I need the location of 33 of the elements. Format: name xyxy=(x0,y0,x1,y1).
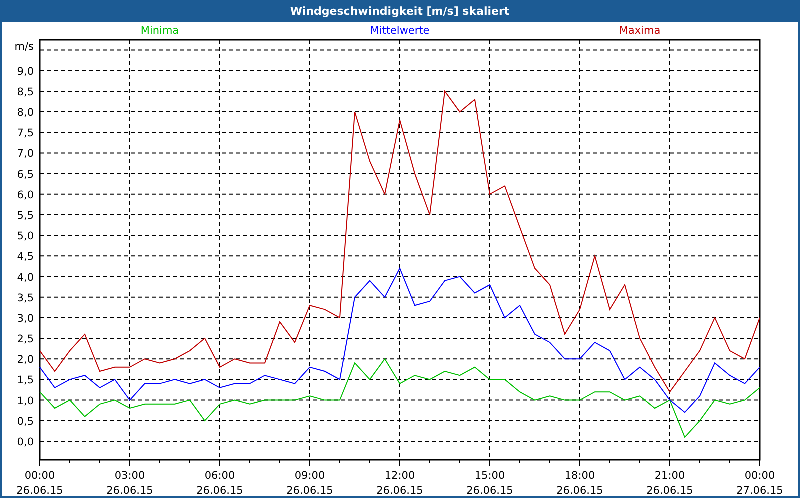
y-tick-label: 2,5 xyxy=(17,334,34,346)
x-tick-label: 00:00 26.06.15 xyxy=(16,470,64,497)
window-title: Windgeschwindigkeit [m/s] skaliert xyxy=(290,4,510,18)
y-tick-label: 0,0 xyxy=(17,436,34,448)
y-tick-label: 4,0 xyxy=(17,272,34,284)
legend-label: Maxima xyxy=(619,25,661,37)
x-tick-label: 00:00 27.06.15 xyxy=(736,470,784,497)
x-tick-label: 09:00 26.06.15 xyxy=(286,470,334,497)
y-tick-label: 1,5 xyxy=(17,374,34,387)
x-tick-label: 12:00 26.06.15 xyxy=(376,470,424,497)
y-tick-label: 7,5 xyxy=(17,128,34,140)
x-tick-label: 06:00 26.06.15 xyxy=(196,470,244,497)
x-tick-label: 18:00 26.06.15 xyxy=(556,470,604,497)
y-tick-label: 8,0 xyxy=(17,107,34,120)
x-tick-label: 21:00 26.06.15 xyxy=(646,470,694,497)
x-tick-label: 03:00 26.06.15 xyxy=(106,470,154,497)
legend-label: Minima xyxy=(140,25,180,37)
y-tick-label: 0,5 xyxy=(17,416,34,428)
y-tick-label: 5,5 xyxy=(17,210,34,222)
y-tick-label: 1,0 xyxy=(17,395,34,408)
y-tick-label: 3,5 xyxy=(17,292,34,304)
y-tick-label: 7,0 xyxy=(17,148,34,160)
legend-label: Mittelwerte xyxy=(370,25,430,37)
y-tick-label: 3,0 xyxy=(17,312,34,325)
y-tick-label: 6,0 xyxy=(17,189,34,202)
y-tick-label: 8,5 xyxy=(17,86,34,98)
y-tick-label: 2,0 xyxy=(17,354,34,366)
y-tick-label: 4,5 xyxy=(17,251,34,264)
y-axis-label: m/s xyxy=(14,41,34,53)
y-tick-label: 9,0 xyxy=(17,66,34,78)
y-tick-label: 6,5 xyxy=(17,168,34,181)
y-tick-label: 5,0 xyxy=(17,230,34,243)
x-tick-label: 15:00 26.06.15 xyxy=(466,470,514,497)
